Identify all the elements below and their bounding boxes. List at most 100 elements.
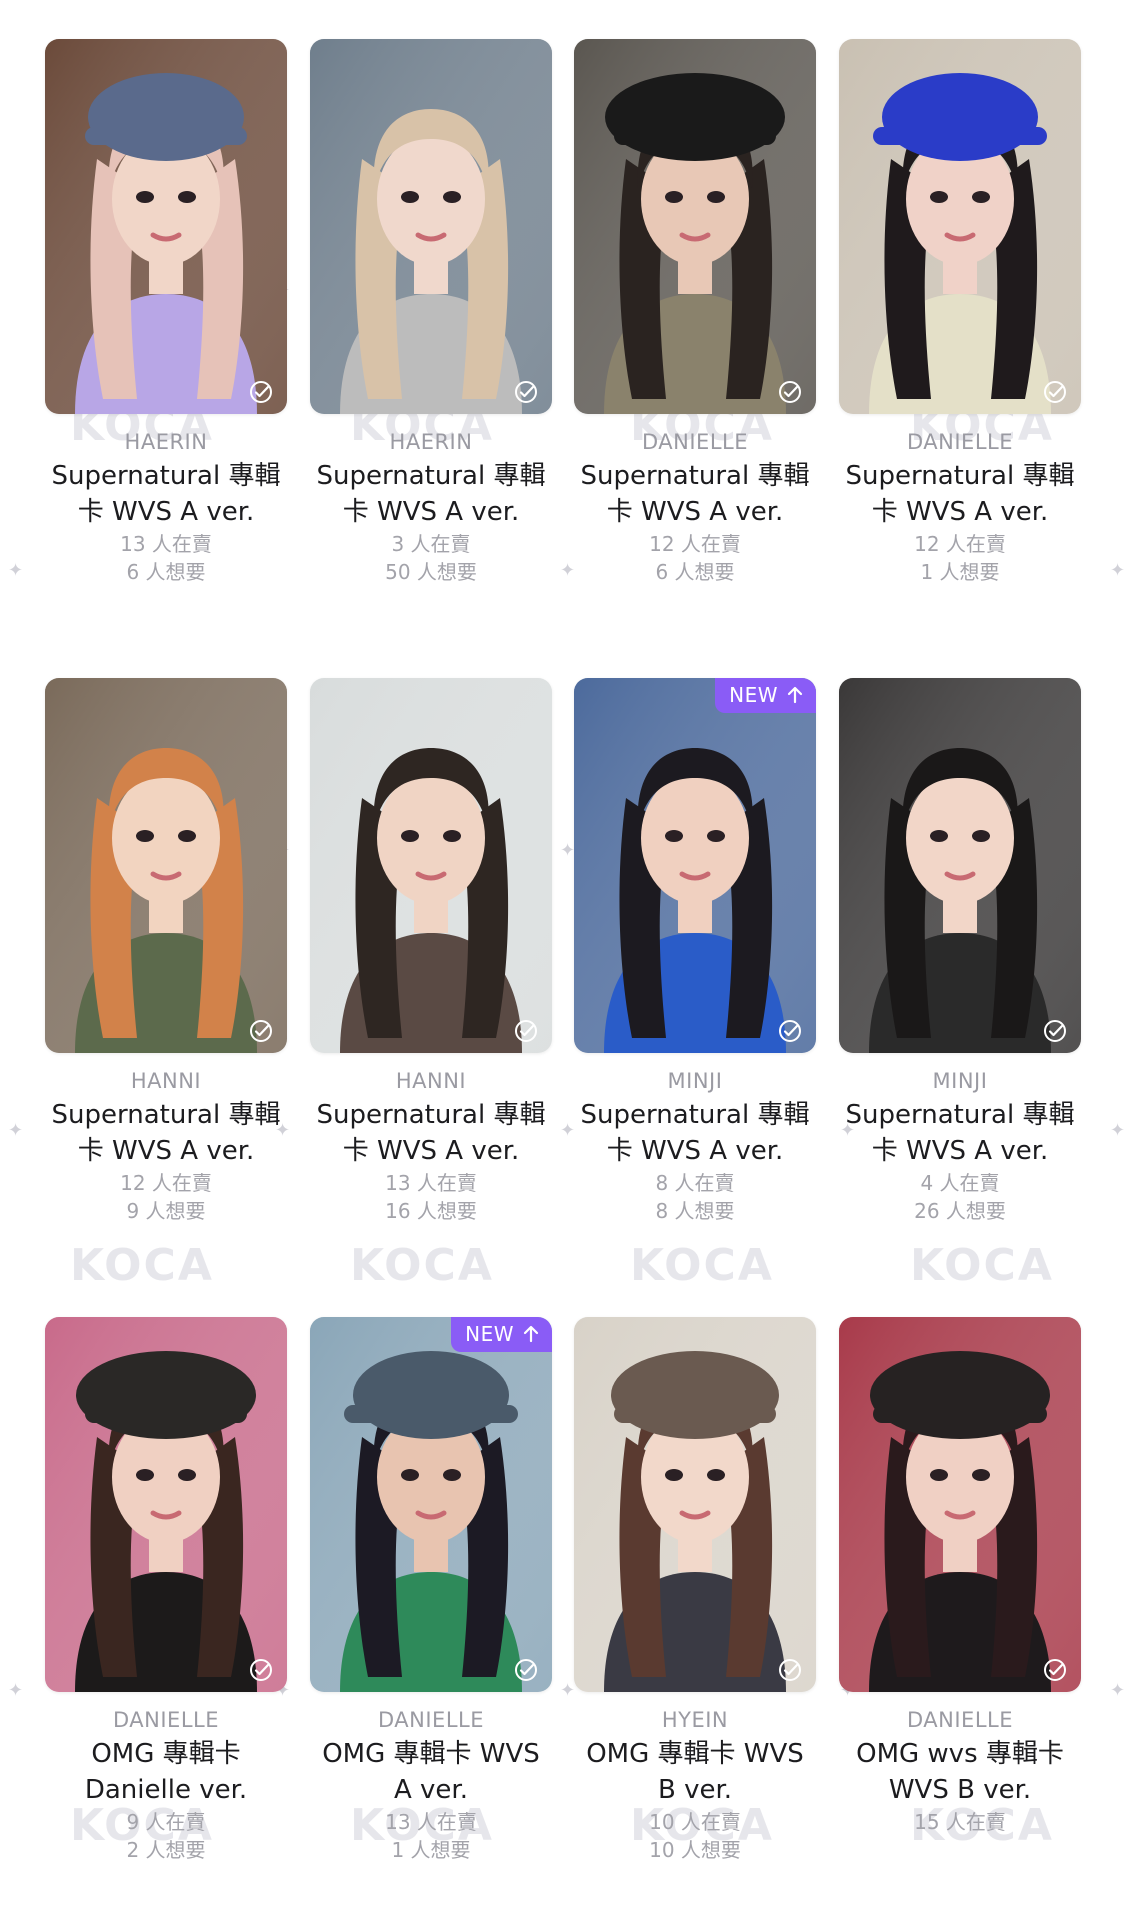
- photo-illustration: [45, 1317, 287, 1692]
- sparkle-icon: ✦: [1110, 1120, 1126, 1141]
- check-circle-icon[interactable]: [249, 380, 273, 404]
- photocard-image[interactable]: [45, 39, 287, 414]
- member-name: MINJI: [932, 1069, 988, 1093]
- photocard-image[interactable]: [45, 1317, 287, 1692]
- watermark: KOCA: [70, 1240, 214, 1291]
- photo-illustration: [574, 1317, 816, 1692]
- photo-illustration: [310, 1317, 552, 1692]
- sparkle-icon: ✦: [8, 1120, 24, 1141]
- photocard-item[interactable]: DANIELLE Supernatural 專輯卡 WVS A ver. 12 …: [839, 39, 1081, 586]
- check-circle-icon[interactable]: [514, 1658, 538, 1682]
- card-title[interactable]: Supernatural 專輯卡 WVS A ver.: [839, 1097, 1081, 1169]
- wanting-count: 50 人想要: [385, 560, 477, 584]
- photocard-item[interactable]: NEW MINJI Supernatural 專輯卡 WVS A ver. 8 …: [574, 678, 816, 1225]
- sparkle-icon: ✦: [560, 1680, 576, 1701]
- new-badge: NEW: [451, 1317, 552, 1352]
- member-name: DANIELLE: [377, 1708, 484, 1732]
- check-circle-icon[interactable]: [514, 1019, 538, 1043]
- wanting-count: 8 人想要: [655, 1199, 735, 1223]
- selling-count: 8 人在賣: [655, 1171, 735, 1195]
- selling-count: 12 人在賣: [120, 1171, 212, 1195]
- wanting-count: 6 人想要: [655, 560, 735, 584]
- sparkle-icon: ✦: [1110, 1680, 1126, 1701]
- sparkle-icon: ✦: [1110, 560, 1126, 581]
- check-circle-icon[interactable]: [249, 1658, 273, 1682]
- photocard-item[interactable]: HANNI Supernatural 專輯卡 WVS A ver. 13 人在賣…: [310, 678, 552, 1225]
- card-title[interactable]: OMG 專輯卡 WVS A ver.: [310, 1736, 552, 1808]
- member-name: DANIELLE: [906, 1708, 1013, 1732]
- check-circle-icon[interactable]: [778, 1658, 802, 1682]
- sparkle-icon: ✦: [560, 1120, 576, 1141]
- photocard-image[interactable]: NEW: [310, 1317, 552, 1692]
- watermark: KOCA: [910, 1240, 1054, 1291]
- watermark: KOCA: [350, 1240, 494, 1291]
- selling-count: 10 人在賣: [649, 1810, 741, 1834]
- photocard-item[interactable]: NEW DANIELLE OMG 專輯卡 WVS A ver. 13 人在賣 1…: [310, 1317, 552, 1864]
- card-title[interactable]: Supernatural 專輯卡 WVS A ver.: [45, 1097, 287, 1169]
- photocard-item[interactable]: HYEIN OMG 專輯卡 WVS B ver. 10 人在賣 10 人想要: [574, 1317, 816, 1864]
- card-title[interactable]: Supernatural 專輯卡 WVS A ver.: [839, 458, 1081, 530]
- check-circle-icon[interactable]: [514, 380, 538, 404]
- photocard-image[interactable]: [574, 39, 816, 414]
- photocard-item[interactable]: MINJI Supernatural 專輯卡 WVS A ver. 4 人在賣 …: [839, 678, 1081, 1225]
- photocard-image[interactable]: NEW: [574, 678, 816, 1053]
- wanting-count: 2 人想要: [126, 1838, 206, 1862]
- arrow-up-icon: [787, 686, 803, 704]
- sparkle-icon: ✦: [560, 840, 576, 861]
- check-circle-icon[interactable]: [778, 380, 802, 404]
- check-circle-icon[interactable]: [249, 1019, 273, 1043]
- photocard-image[interactable]: [839, 678, 1081, 1053]
- selling-count: 4 人在賣: [920, 1171, 1000, 1195]
- card-title[interactable]: Supernatural 專輯卡 WVS A ver.: [574, 1097, 816, 1169]
- photocard-item[interactable]: DANIELLE OMG wvs 專輯卡 WVS B ver. 15 人在賣: [839, 1317, 1081, 1836]
- card-title[interactable]: Supernatural 專輯卡 WVS A ver.: [310, 458, 552, 530]
- selling-count: 3 人在賣: [391, 532, 471, 556]
- selling-count: 12 人在賣: [649, 532, 741, 556]
- photocard-item[interactable]: HAERIN Supernatural 專輯卡 WVS A ver. 13 人在…: [45, 39, 287, 586]
- card-title[interactable]: OMG 專輯卡 Danielle ver.: [45, 1736, 287, 1808]
- check-circle-icon[interactable]: [1043, 380, 1067, 404]
- check-circle-icon[interactable]: [778, 1019, 802, 1043]
- selling-count: 9 人在賣: [126, 1810, 206, 1834]
- member-name: HAERIN: [389, 430, 473, 454]
- sparkle-icon: ✦: [560, 560, 576, 581]
- arrow-up-icon: [523, 1325, 539, 1343]
- photocard-image[interactable]: [310, 678, 552, 1053]
- photocard-item[interactable]: DANIELLE OMG 專輯卡 Danielle ver. 9 人在賣 2 人…: [45, 1317, 287, 1864]
- member-name: HANNI: [395, 1069, 467, 1093]
- check-circle-icon[interactable]: [1043, 1019, 1067, 1043]
- check-circle-icon[interactable]: [1043, 1658, 1067, 1682]
- photocard-image[interactable]: [45, 678, 287, 1053]
- selling-count: 13 人在賣: [385, 1171, 477, 1195]
- new-badge-label: NEW: [465, 1322, 514, 1346]
- photo-illustration: [45, 678, 287, 1053]
- wanting-count: 6 人想要: [126, 560, 206, 584]
- member-name: HAERIN: [124, 430, 208, 454]
- card-title[interactable]: Supernatural 專輯卡 WVS A ver.: [310, 1097, 552, 1169]
- photocard-item[interactable]: HAERIN Supernatural 專輯卡 WVS A ver. 3 人在賣…: [310, 39, 552, 586]
- card-title[interactable]: Supernatural 專輯卡 WVS A ver.: [45, 458, 287, 530]
- photocard-image[interactable]: [839, 39, 1081, 414]
- photo-illustration: [574, 678, 816, 1053]
- selling-count: 13 人在賣: [120, 532, 212, 556]
- photocard-image[interactable]: [310, 39, 552, 414]
- photocard-image[interactable]: [839, 1317, 1081, 1692]
- photocard-item[interactable]: HANNI Supernatural 專輯卡 WVS A ver. 12 人在賣…: [45, 678, 287, 1225]
- photo-illustration: [310, 678, 552, 1053]
- photocard-grid: KOCA KOCA KOCA KOCA KOCA KOCA KOCA KOCA KOCA KOCA…: [0, 0, 1126, 1918]
- wanting-count: 10 人想要: [649, 1838, 741, 1862]
- sparkle-icon: ✦: [8, 560, 24, 581]
- photo-illustration: [839, 39, 1081, 414]
- photocard-item[interactable]: DANIELLE Supernatural 專輯卡 WVS A ver. 12 …: [574, 39, 816, 586]
- card-title[interactable]: Supernatural 專輯卡 WVS A ver.: [574, 458, 816, 530]
- member-name: MINJI: [667, 1069, 723, 1093]
- sparkle-icon: ✦: [8, 1680, 24, 1701]
- watermark: KOCA: [630, 1240, 774, 1291]
- card-title[interactable]: OMG wvs 專輯卡 WVS B ver.: [839, 1736, 1081, 1808]
- selling-count: 13 人在賣: [385, 1810, 477, 1834]
- card-title[interactable]: OMG 專輯卡 WVS B ver.: [574, 1736, 816, 1808]
- wanting-count: 1 人想要: [391, 1838, 471, 1862]
- member-name: DANIELLE: [641, 430, 748, 454]
- photocard-image[interactable]: [574, 1317, 816, 1692]
- wanting-count: 1 人想要: [920, 560, 1000, 584]
